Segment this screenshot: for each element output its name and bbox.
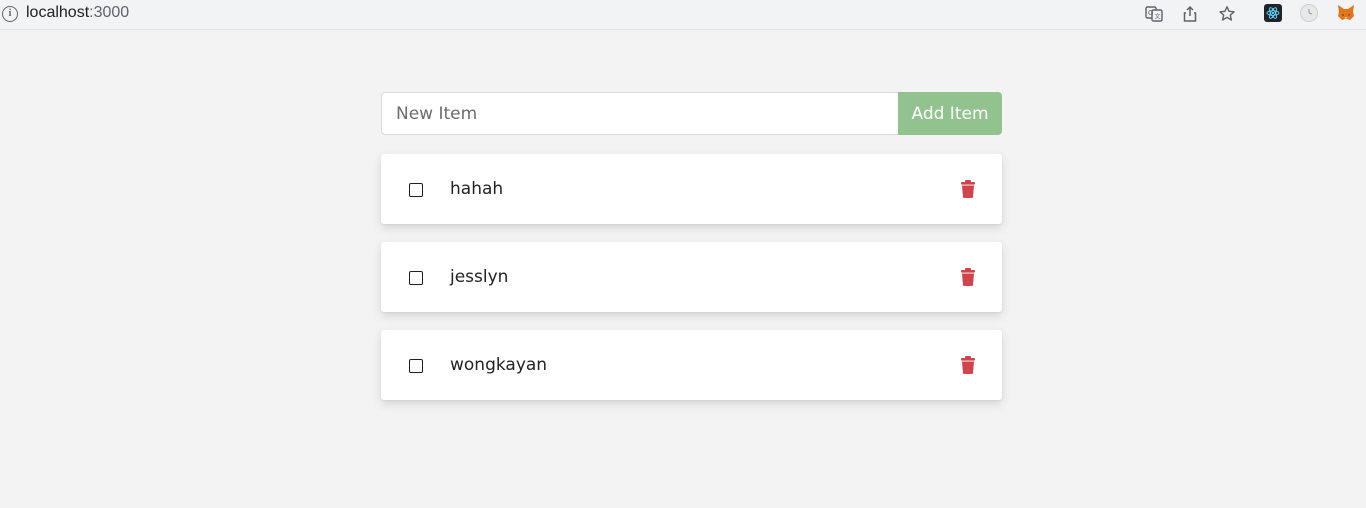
todo-text: hahah — [450, 179, 504, 199]
translate-icon[interactable]: G 文 — [1144, 4, 1164, 24]
trash-icon[interactable] — [959, 355, 977, 375]
trash-icon[interactable] — [959, 179, 977, 199]
new-item-input[interactable] — [381, 92, 898, 135]
todo-item: wongkayan — [381, 330, 1002, 400]
clock-extension-icon[interactable] — [1300, 4, 1318, 22]
todo-text: wongkayan — [450, 355, 548, 375]
share-icon[interactable] — [1180, 4, 1200, 24]
add-item-button[interactable]: Add Item — [898, 92, 1002, 135]
svg-text:文: 文 — [1155, 13, 1161, 21]
todo-app: Add Item hahah jesslyn — [381, 92, 1002, 418]
metamask-fox-icon[interactable] — [1337, 4, 1355, 22]
todo-item: jesslyn — [381, 242, 1002, 312]
info-icon[interactable]: i — [2, 6, 18, 22]
todo-text: jesslyn — [450, 267, 509, 287]
url-host: localhost — [26, 4, 90, 21]
react-devtools-icon[interactable] — [1264, 4, 1282, 22]
todo-item: hahah — [381, 154, 1002, 224]
todo-list: hahah jesslyn wongkayan — [381, 154, 1002, 400]
url-text[interactable]: localhost:3000 — [26, 4, 129, 22]
url-port: :3000 — [89, 4, 130, 21]
svg-text:G: G — [1148, 9, 1153, 17]
trash-icon[interactable] — [959, 267, 977, 287]
todo-checkbox[interactable] — [409, 271, 423, 285]
new-item-form: Add Item — [381, 92, 1002, 135]
browser-address-bar: i localhost:3000 G 文 — [0, 0, 1366, 30]
todo-checkbox[interactable] — [409, 183, 423, 197]
todo-checkbox[interactable] — [409, 359, 423, 373]
star-icon[interactable] — [1217, 4, 1237, 24]
